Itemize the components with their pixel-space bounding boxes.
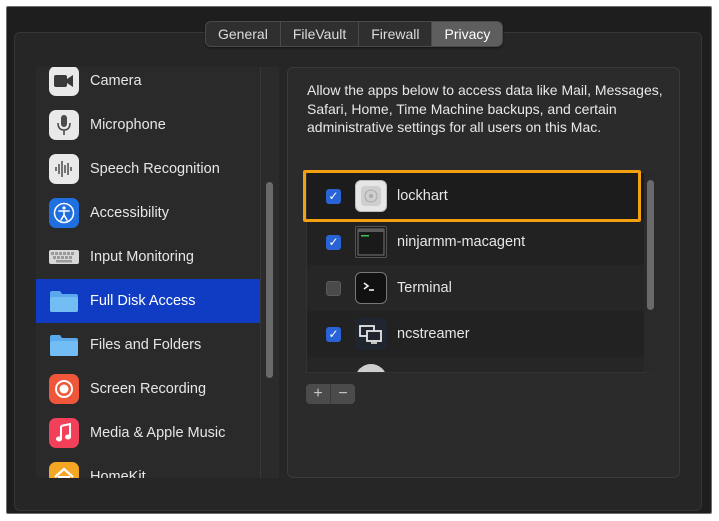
folder-icon [49, 330, 79, 360]
sidebar-item-label: Camera [90, 73, 142, 89]
sidebar-item-label: Speech Recognition [90, 161, 220, 177]
app-name: ncstreamer [397, 326, 470, 342]
screens-icon [355, 318, 387, 350]
home-icon [49, 462, 79, 478]
sidebar-item-label: Accessibility [90, 205, 169, 221]
apps-scrollbar[interactable] [644, 172, 658, 371]
camera-icon [49, 67, 79, 96]
full-disk-access-panel: Allow the apps below to access data like… [287, 67, 680, 478]
terminal-exec-icon [355, 226, 387, 258]
sidebar-item-screen-recording[interactable]: Screen Recording [36, 367, 260, 411]
accessibility-icon [49, 198, 79, 228]
sidebar-item-label: HomeKit [90, 469, 146, 478]
sidebar-item-camera[interactable]: Camera [36, 67, 260, 103]
sidebar-scrollbar[interactable] [260, 67, 279, 478]
tab-privacy[interactable]: Privacy [432, 22, 503, 46]
waveform-icon [49, 154, 79, 184]
app-checkbox-ncstreamer[interactable]: ✓ [326, 326, 341, 342]
apps-list: ✓ lockhart ✓ ninjarmm-macagent Terminal … [306, 172, 645, 373]
app-name: lockhart [397, 188, 448, 204]
add-remove-buttons: + − [306, 384, 355, 404]
list-item[interactable]: ✓ lockhart [307, 173, 644, 219]
tab-general[interactable]: General [206, 22, 281, 46]
sidebar-item-media-apple-music[interactable]: Media & Apple Music [36, 411, 260, 455]
sidebar-item-label: Screen Recording [90, 381, 207, 397]
app-name: Terminal [397, 280, 452, 296]
list-item[interactable]: ✓ ninjarmm-macagent [307, 219, 644, 265]
sidebar-item-label: Full Disk Access [90, 293, 196, 309]
privacy-category-list: Camera Microphone Speech Recognition Acc… [36, 67, 260, 478]
tab-firewall[interactable]: Firewall [359, 22, 433, 46]
tab-filevault[interactable]: FileVault [281, 22, 360, 46]
app-checkbox-lockhart[interactable]: ✓ [326, 188, 341, 204]
music-note-icon [49, 418, 79, 448]
folder-icon [49, 286, 79, 316]
app-icon-partial [355, 364, 387, 372]
sidebar-item-files-and-folders[interactable]: Files and Folders [36, 323, 260, 367]
app-name: ninjarmm-macagent [397, 234, 526, 250]
app-checkbox-ninjarmm[interactable]: ✓ [326, 234, 341, 250]
sidebar-item-label: Files and Folders [90, 337, 202, 353]
record-icon [49, 374, 79, 404]
keyboard-icon [49, 242, 79, 272]
sidebar-item-microphone[interactable]: Microphone [36, 103, 260, 147]
sidebar-item-full-disk-access[interactable]: Full Disk Access [36, 279, 260, 323]
sidebar-item-accessibility[interactable]: Accessibility [36, 191, 260, 235]
sidebar-item-label: Microphone [90, 117, 166, 133]
list-item[interactable]: ✓ ncstreamer [307, 311, 644, 357]
microphone-icon [49, 110, 79, 140]
sidebar-item-input-monitoring[interactable]: Input Monitoring [36, 235, 260, 279]
list-item[interactable]: Terminal [307, 265, 644, 311]
remove-app-button[interactable]: − [331, 384, 355, 404]
terminal-icon [355, 272, 387, 304]
access-description: Allow the apps below to access data like… [307, 82, 663, 135]
lockhart-app-icon [355, 180, 387, 212]
tab-bar: General FileVault Firewall Privacy [205, 21, 504, 47]
app-checkbox-terminal[interactable] [326, 280, 341, 296]
sidebar-item-speech-recognition[interactable]: Speech Recognition [36, 147, 260, 191]
sidebar-scroll-thumb[interactable] [266, 182, 273, 378]
apps-scroll-thumb[interactable] [647, 180, 654, 310]
sidebar-item-label: Media & Apple Music [90, 425, 226, 441]
sidebar-item-homekit[interactable]: HomeKit [36, 455, 260, 478]
sidebar-item-label: Input Monitoring [90, 249, 194, 265]
add-app-button[interactable]: + [306, 384, 331, 404]
list-item[interactable] [307, 357, 644, 372]
